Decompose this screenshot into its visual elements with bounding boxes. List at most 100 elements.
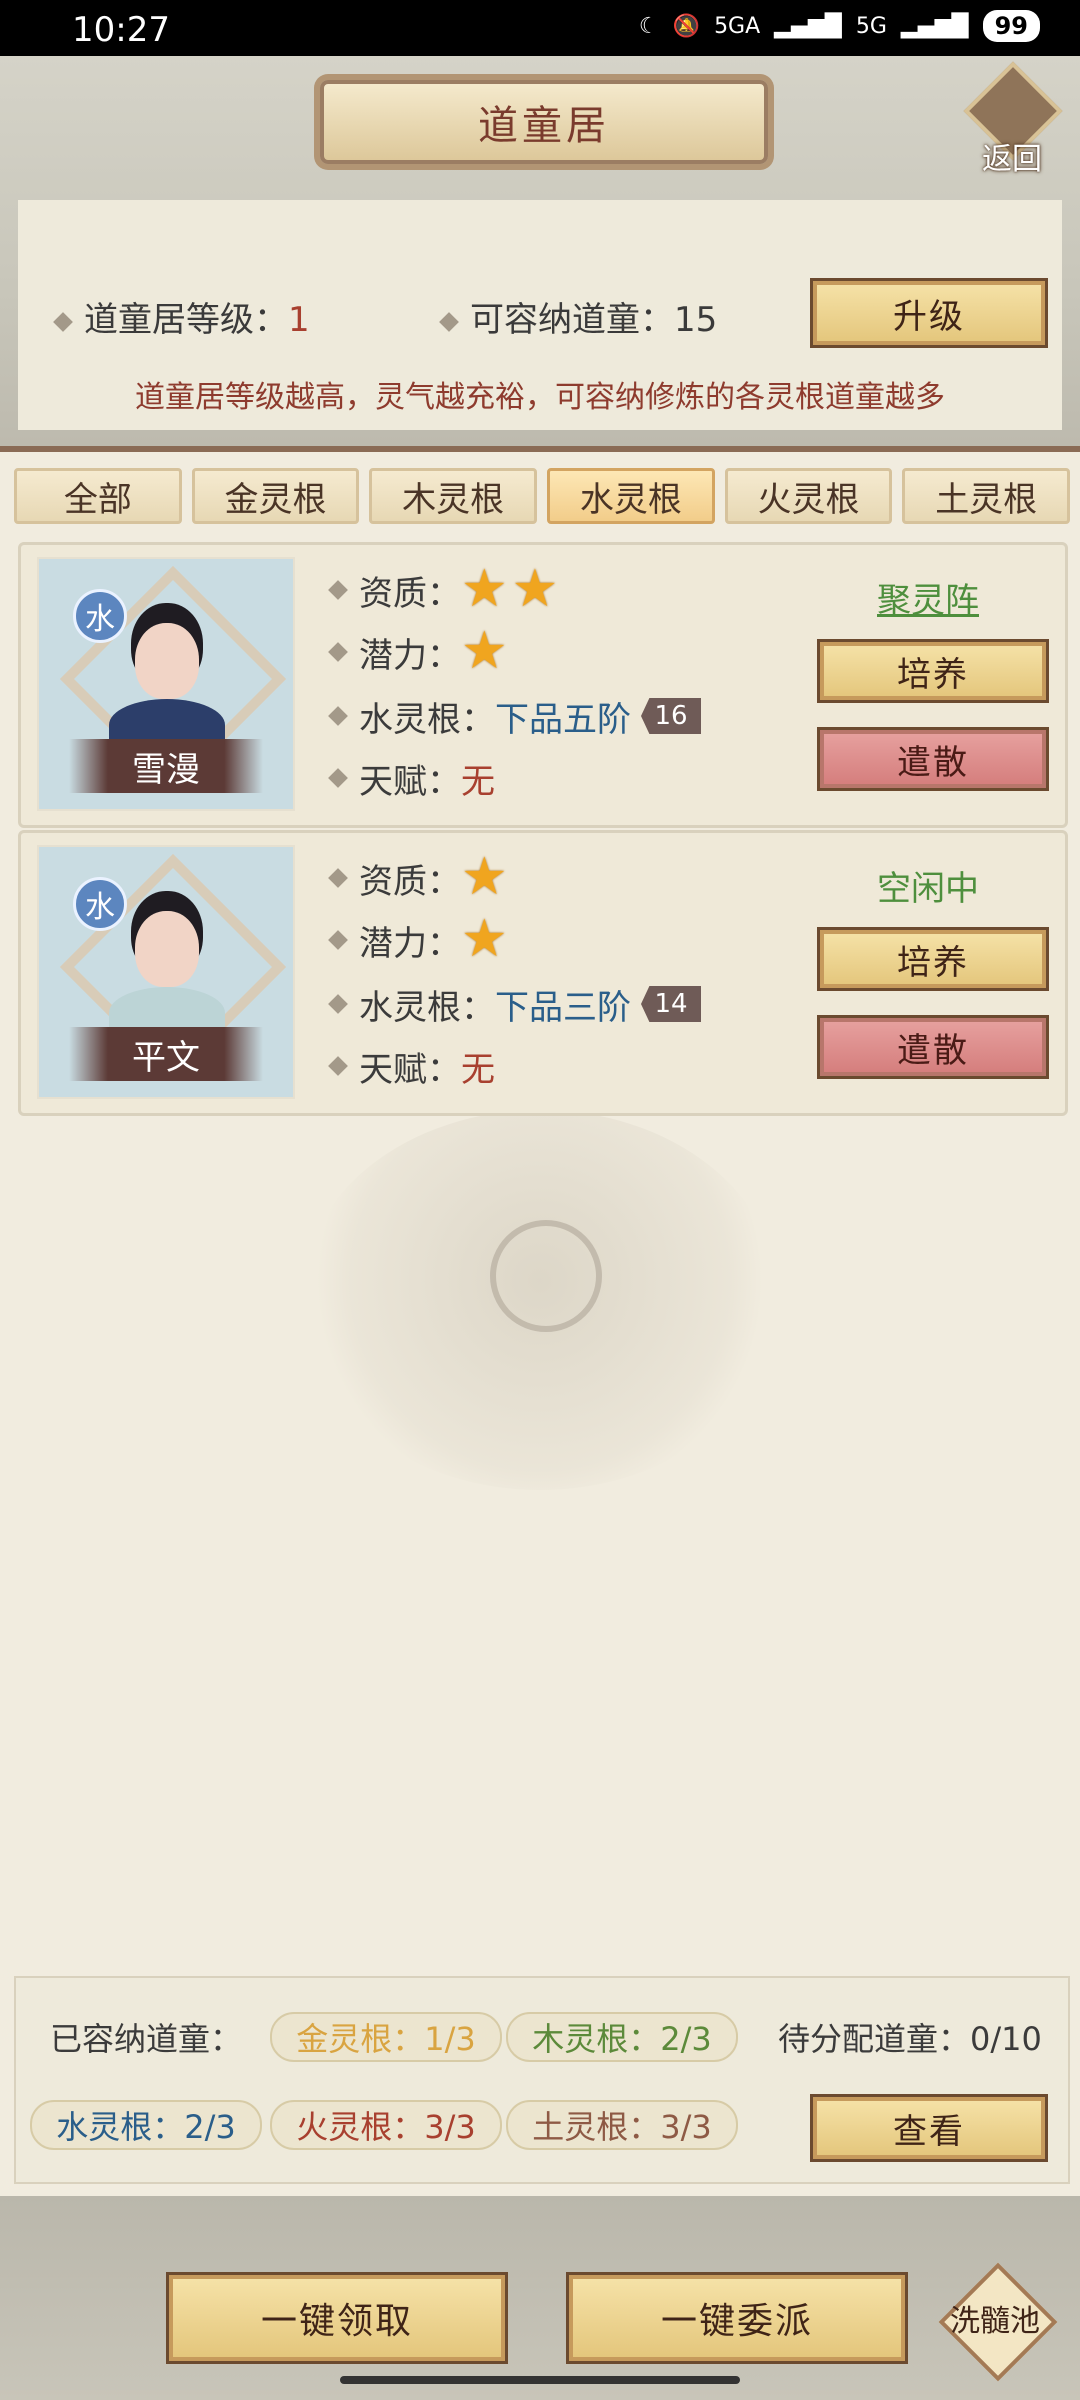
star-icon: ★ [461,558,508,619]
train-button[interactable]: 培养 [817,639,1049,703]
aptitude-row: 资质： ★★ [328,563,562,615]
diamond-bullet-icon [53,311,73,332]
capacity-row: 可容纳道童：15 [439,292,718,341]
status-time: 10:27 [72,10,170,50]
dismiss-button[interactable]: 遣散 [817,727,1049,791]
pool-label: 洗髓池 [950,2304,1040,2339]
root-label: 水灵根： [359,699,495,740]
page-title: 道童居 [320,80,768,164]
avatar[interactable]: 水 平文 [37,845,295,1099]
disciple-card: 水 雪漫 资质： ★★ 潜力： ★ 水灵根： 下品五阶 16 天赋：无 聚灵阵 培养… [18,542,1068,828]
water-count-pill: 水灵根：2/3 [30,2100,262,2150]
level-value: 1 [288,300,310,340]
back-label: 返回 [982,142,1042,177]
metal-count-pill: 金灵根：1/3 [270,2012,502,2062]
root-value: 下品三阶 [495,987,631,1028]
tab-fire[interactable]: 火灵根 [724,468,893,524]
talent-row: 天赋：无 [328,753,495,803]
diamond-bullet-icon [328,706,348,726]
status-link[interactable]: 聚灵阵 [877,573,979,622]
disciple-name: 雪漫 [69,739,263,793]
signal-icon-2: ▂▄▆█ [900,13,969,39]
home-indicator[interactable] [340,2376,740,2384]
diamond-bullet-icon [328,580,348,600]
aptitude-row: 资质： ★ [328,851,512,903]
tab-wood[interactable]: 木灵根 [369,468,538,524]
potential-label: 潜力： [359,923,461,964]
root-row: 水灵根： 下品五阶 16 [328,691,701,741]
disciple-card: 水 平文 资质： ★ 潜力： ★ 水灵根： 下品三阶 14 天赋：无 空闲中 培养 … [18,830,1068,1116]
star-icon: ★ [461,908,508,969]
root-level-badge: 16 [641,698,701,734]
diamond-bullet-icon [328,1056,348,1076]
diamond-bullet-icon [328,768,348,788]
potential-row: 潜力： ★ [328,625,512,677]
aptitude-stars: ★ [461,851,512,903]
tab-all[interactable]: 全部 [14,468,182,524]
tab-earth[interactable]: 土灵根 [902,468,1071,524]
root-label: 水灵根： [359,987,495,1028]
diamond-bullet-icon [328,868,348,888]
signal-icon: ▂▄▆█ [774,13,842,39]
star-icon: ★ [511,558,559,619]
footer-background [0,2196,1080,2400]
star-icon: ★ [461,620,508,681]
avatar[interactable]: 水 雪漫 [37,557,295,811]
diamond-bullet-icon [328,994,348,1014]
tab-water[interactable]: 水灵根 [547,468,715,524]
marrow-pool-button[interactable]: 洗髓池 [938,2262,1058,2382]
potential-stars: ★ [461,913,512,965]
fire-count-pill: 火灵根：3/3 [270,2100,502,2150]
capacity-value: 15 [674,300,718,340]
aptitude-label: 资质： [359,573,461,614]
potential-stars: ★ [461,625,512,677]
dispatch-all-button[interactable]: 一键委派 [566,2272,908,2364]
network-label-2: 5G [855,13,887,39]
root-level-badge: 14 [641,986,701,1022]
diamond-bullet-icon [439,311,459,332]
mute-icon: 🔕 [672,13,701,39]
divider [0,446,1080,452]
status-bar: 10:27 ☾ 🔕 5GA ▂▄▆█ 5G ▂▄▆█ 99 [0,0,1080,56]
idle-status: 空闲中 [877,869,979,909]
level-label: 道童居等级： [84,300,288,340]
aptitude-label: 资质： [359,861,461,902]
root-filter-tabs: 全部 金灵根 木灵根 水灵根 火灵根 土灵根 [14,468,1071,524]
potential-label: 潜力： [359,635,461,676]
yinyang-icon [490,1220,602,1332]
capacity-label: 可容纳道童： [470,300,674,340]
talent-row: 天赋：无 [328,1041,495,1091]
held-label: 已容纳道童： [50,2020,243,2058]
talent-label: 天赋： [359,1049,461,1090]
battery-indicator: 99 [982,10,1040,42]
character-head [135,911,199,987]
earth-count-pill: 土灵根：3/3 [506,2100,738,2150]
element-badge: 水 [73,589,127,643]
disciple-name: 平文 [69,1027,263,1081]
diamond-bullet-icon [328,642,348,662]
diamond-bullet-icon [328,930,348,950]
dismiss-button[interactable]: 遣散 [817,1015,1049,1079]
train-button[interactable]: 培养 [817,927,1049,991]
back-button[interactable]: 返回 [963,61,1063,178]
star-icon: ★ [461,846,508,907]
character-head [135,623,199,699]
collect-all-button[interactable]: 一键领取 [166,2272,508,2364]
talent-value: 无 [461,761,495,802]
potential-row: 潜力： ★ [328,913,512,965]
talent-value: 无 [461,1049,495,1090]
level-row: 道童居等级：1 [53,292,310,341]
info-tip: 道童居等级越高，灵气越充裕，可容纳修炼的各灵根道童越多 [135,380,945,415]
root-value: 下品五阶 [495,699,631,740]
moon-icon: ☾ [638,13,659,39]
network-label-1: 5GA [714,13,761,39]
status-icons: ☾ 🔕 5GA ▂▄▆█ 5G ▂▄▆█ 99 [639,10,1040,42]
taiji-watermark [300,1110,780,1490]
tab-metal[interactable]: 金灵根 [191,468,360,524]
root-row: 水灵根： 下品三阶 14 [328,979,701,1029]
talent-label: 天赋： [359,761,461,802]
element-badge: 水 [73,877,127,931]
upgrade-button[interactable]: 升级 [810,278,1048,348]
wood-count-pill: 木灵根：2/3 [506,2012,738,2062]
view-button[interactable]: 查看 [810,2094,1048,2162]
